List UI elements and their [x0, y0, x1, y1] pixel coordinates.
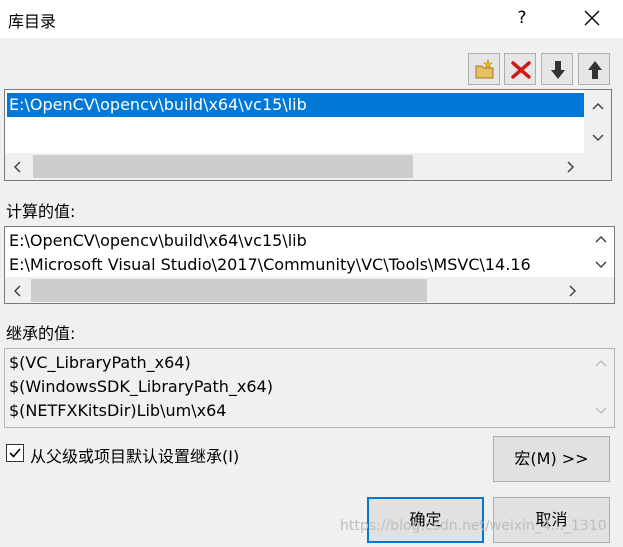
scroll-right-icon[interactable] — [565, 161, 577, 173]
inherited-values-box[interactable]: $(VC_LibraryPath_x64) $(WindowsSDK_Libra… — [4, 348, 615, 428]
title-bar: 库目录 ? — [0, 0, 623, 38]
scroll-left-icon[interactable] — [11, 285, 23, 297]
horizontal-scrollbar[interactable] — [5, 153, 611, 180]
horizontal-scroll-thumb[interactable] — [33, 155, 413, 178]
computed-value-line: E:\Microsoft Visual Studio\2017\Communit… — [9, 255, 531, 274]
inherited-value-line: $(WindowsSDK_LibraryPath_x64) — [9, 377, 273, 396]
inherit-checkbox[interactable] — [6, 444, 24, 462]
delete-icon — [511, 61, 531, 79]
close-icon[interactable] — [580, 6, 604, 30]
inherited-value-line: $(VC_LibraryPath_x64) — [9, 353, 191, 372]
horizontal-scrollbar[interactable] — [5, 277, 614, 303]
scroll-right-icon[interactable] — [567, 285, 579, 297]
macros-button[interactable]: 宏(M) >> — [493, 436, 610, 482]
scroll-up-icon[interactable] — [595, 233, 607, 245]
inherit-checkbox-label[interactable]: 从父级或项目默认设置继承(I) — [30, 443, 239, 467]
vertical-scrollbar[interactable] — [587, 227, 614, 277]
computed-value-line: E:\OpenCV\opencv\build\x64\vc15\lib — [9, 231, 307, 250]
move-down-button[interactable] — [541, 53, 573, 85]
arrow-up-icon — [588, 61, 602, 79]
scroll-down-icon — [595, 407, 607, 415]
library-directories-list[interactable]: E:\OpenCV\opencv\build\x64\vc15\lib — [4, 89, 612, 181]
scroll-left-icon[interactable] — [11, 161, 23, 173]
help-button[interactable]: ? — [510, 6, 534, 30]
list-item-label: E:\OpenCV\opencv\build\x64\vc15\lib — [9, 95, 307, 114]
scroll-down-icon[interactable] — [592, 132, 604, 144]
dialog-title: 库目录 — [8, 12, 57, 31]
new-folder-icon — [475, 59, 494, 79]
computed-values-box[interactable]: E:\OpenCV\opencv\build\x64\vc15\lib E:\M… — [4, 226, 615, 304]
move-up-button[interactable] — [578, 53, 610, 85]
computed-values-label: 计算的值: — [6, 202, 76, 221]
inherited-value-line: $(NETFXKitsDir)Lib\um\x64 — [9, 401, 227, 420]
scroll-down-icon[interactable] — [595, 259, 607, 271]
watermark: https://blog.csdn.net/weixin_4..._1310 — [340, 518, 607, 534]
new-line-button[interactable] — [468, 53, 500, 85]
vertical-scrollbar[interactable] — [584, 90, 611, 155]
arrow-down-icon — [551, 61, 565, 79]
scroll-up-icon — [595, 359, 607, 367]
scroll-up-icon[interactable] — [592, 100, 604, 112]
checkmark-icon — [9, 448, 21, 458]
inherited-values-label: 继承的值: — [6, 324, 76, 343]
delete-line-button[interactable] — [504, 53, 536, 85]
list-item-selected[interactable]: E:\OpenCV\opencv\build\x64\vc15\lib — [7, 93, 585, 117]
horizontal-scroll-thumb[interactable] — [31, 279, 427, 302]
vertical-scrollbar — [587, 349, 614, 427]
